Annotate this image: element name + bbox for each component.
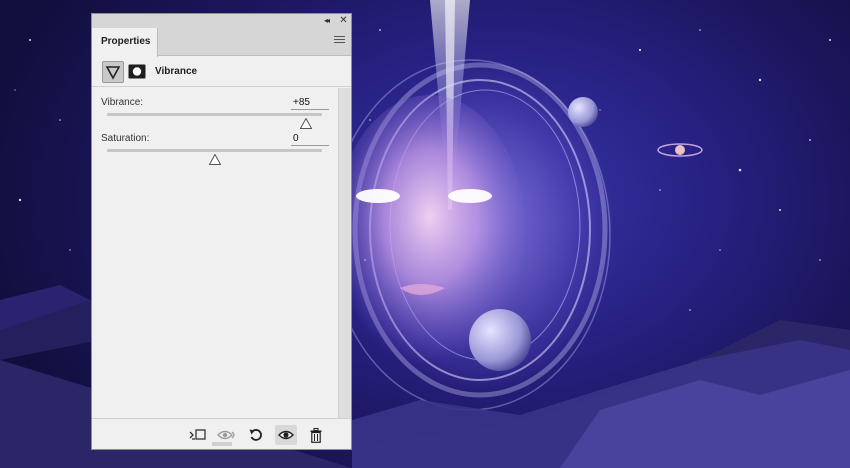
panel-scrollbar[interactable] (338, 88, 351, 418)
clip-to-layer-icon[interactable] (187, 425, 209, 445)
saturation-label: Saturation: (101, 133, 150, 144)
panel-resize-grip[interactable] (212, 442, 232, 446)
layer-mask-icon[interactable] (128, 64, 146, 79)
properties-panel: ◂◂ ✕ Properties Vibrance Vibrance: +85 S… (91, 13, 352, 450)
tab-properties[interactable]: Properties (92, 28, 158, 57)
trash-icon[interactable] (305, 425, 327, 445)
vibrance-triangle-icon[interactable] (102, 61, 124, 83)
vibrance-slider-thumb[interactable] (299, 116, 313, 129)
collapse-panel-button[interactable]: ◂◂ (321, 15, 331, 27)
adjustment-controls: Vibrance: +85 Saturation: 0 (92, 88, 338, 418)
close-panel-button[interactable]: ✕ (338, 15, 349, 27)
vibrance-slider-track[interactable] (107, 113, 322, 116)
panel-menu-icon[interactable] (334, 36, 345, 46)
panel-tab-bar: Properties (92, 28, 351, 57)
vibrance-label: Vibrance: (101, 97, 144, 108)
eye-icon[interactable] (275, 425, 297, 445)
vibrance-value-input[interactable]: +85 (291, 97, 329, 110)
saturation-slider-thumb[interactable] (208, 152, 221, 165)
panel-title-bar[interactable]: ◂◂ ✕ (92, 14, 351, 28)
adjustment-header: Vibrance (92, 57, 351, 87)
saturation-value-input[interactable]: 0 (291, 133, 329, 146)
reset-icon[interactable] (245, 425, 267, 445)
adjustment-title: Vibrance (155, 66, 198, 77)
